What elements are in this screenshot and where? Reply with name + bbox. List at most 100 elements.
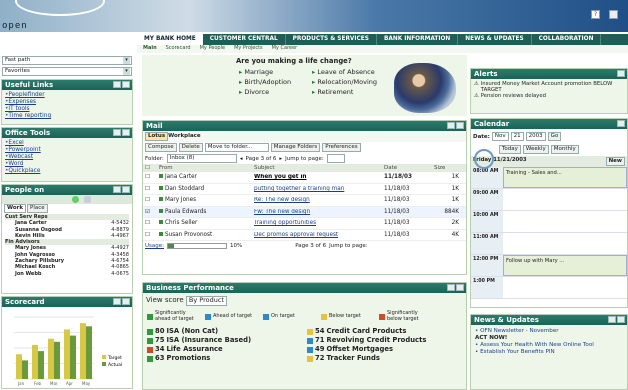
life-change-link[interactable]: ▸ Retirement [312,87,377,97]
sub-nav-item[interactable]: My Projects [234,45,263,53]
close-icon[interactable] [122,186,130,193]
close-icon[interactable] [617,70,625,77]
tab-work[interactable]: Work [4,204,27,213]
minimize-icon[interactable] [113,129,121,136]
new-event-button[interactable]: New [605,157,625,166]
col-date[interactable]: Date [384,165,434,171]
useful-link[interactable]: Expenses [5,99,129,106]
view-score-select[interactable]: By Product [185,296,227,306]
calendar-slot[interactable]: 12:00 PM Follow up with Mary ... [471,255,627,277]
close-icon[interactable] [617,120,625,127]
office-tool[interactable]: Quickplace [5,168,129,175]
nav-tab[interactable]: PRODUCTS & SERVICES [286,34,377,45]
mail-button[interactable]: Move to folder... [204,143,269,152]
calendar-slot[interactable]: 11:00 AM [471,233,627,255]
mail-subject[interactable]: putting together a training man [254,186,384,192]
tab-workplace[interactable]: Workplace [168,133,201,139]
useful-link[interactable]: Time reporting [5,113,129,120]
fastpath-select[interactable]: Fast path ▾ [2,56,132,65]
product-score[interactable]: 34 Life Assurance [147,345,307,354]
jump-input[interactable] [326,154,345,163]
product-score[interactable]: 54 Credit Card Products [307,327,466,336]
useful-link[interactable]: IT tools [5,106,129,113]
mail-row[interactable]: ☐ Susan Provonost Dec promos approval requ… [143,230,466,241]
product-score[interactable]: 71 Revolving Credit Products [307,336,466,345]
product-score[interactable]: 80 ISA (Non Cat) [147,327,307,336]
favorites-select[interactable]: Favorites ▾ [2,67,132,76]
office-tool[interactable]: Excel [5,140,129,147]
sub-nav-item[interactable]: My People [200,45,225,53]
calendar-event[interactable] [503,211,627,232]
tab-lotus[interactable]: Lotus [145,132,169,141]
alert-item[interactable]: ⚠ Pension reviews delayed [474,93,624,99]
mail-subject[interactable]: Training opportunities [254,220,384,226]
product-score[interactable]: 49 Offset Mortgages [307,345,466,354]
calendar-slot[interactable]: 1:00 PM [471,277,627,299]
mail-button[interactable]: Delete [178,143,203,152]
minimize-icon[interactable] [447,284,455,291]
mail-button[interactable]: Manage Folders [270,143,321,152]
news-item[interactable]: • Assess Your Health With New Online Too… [475,342,623,349]
usage-link[interactable]: Usage: [145,243,164,249]
mail-row[interactable]: ☐ Jana Carter When you get in 11/18/03 1K [143,172,466,184]
select-all-checkbox[interactable]: ☐ [145,165,159,171]
calendar-view-button[interactable]: Today [499,145,521,154]
row-checkbox[interactable]: ☐ [145,197,159,203]
calendar-event[interactable]: Training - Sales and... [503,167,627,188]
prev-page-icon[interactable]: ◂ [240,156,243,162]
product-score[interactable]: 63 Promotions [147,354,307,363]
col-from[interactable]: From [159,165,254,171]
life-change-link[interactable]: ▸ Relocation/Moving [312,77,377,87]
next-page-icon[interactable]: ▸ [279,156,282,162]
close-icon[interactable] [122,129,130,136]
minimize-icon[interactable] [113,298,121,305]
office-tool[interactable]: Word [5,161,129,168]
calendar-view-button[interactable]: Monthly [550,145,579,154]
minimize-icon[interactable] [608,316,616,323]
row-checkbox[interactable]: ☐ [145,232,159,238]
office-tool[interactable]: Webcast [5,154,129,161]
close-icon[interactable] [456,284,464,291]
calendar-slot[interactable]: 10:00 AM [471,211,627,233]
mail-subject[interactable]: Fw: The new design [254,209,384,215]
mail-row[interactable]: ☐ Mary Jones Re: The new design 11/18/03 1K [143,195,466,207]
calendar-slot[interactable]: 09:00 AM [471,189,627,211]
minimize-icon[interactable] [447,122,455,129]
close-icon[interactable] [456,122,464,129]
status-icon[interactable] [72,196,79,203]
nav-tab[interactable]: NEWS & UPDATES [458,34,532,45]
help-icon[interactable]: ? [591,10,600,19]
minimize-icon[interactable] [113,81,121,88]
calendar-view-button[interactable]: Weekly [522,145,549,154]
sub-nav-item[interactable]: Scorecard [166,45,191,53]
sub-nav-item[interactable]: My Career [272,45,298,53]
product-score[interactable]: 75 ISA (Insurance Based) [147,336,307,345]
calendar-event[interactable]: Follow up with Mary ... [503,255,627,276]
mail-subject[interactable]: Re: The new design [254,197,384,203]
office-tool[interactable]: Powerpoint [5,147,129,154]
nav-tab[interactable]: COLLABORATION [532,34,602,45]
nav-tab[interactable]: CUSTOMER CENTRAL [203,34,286,45]
alert-item[interactable]: ⚠ Insured Money Market Account promotion … [474,81,624,93]
tab-place[interactable]: Place [27,204,48,213]
mail-row[interactable]: ☐ Dan Stoddard putting together a training… [143,184,466,195]
add-person-icon[interactable] [84,196,91,203]
go-button[interactable]: Go [547,132,562,141]
minimize-icon[interactable] [113,186,121,193]
folder-select[interactable]: Inbox (8) [166,154,237,163]
year-select[interactable]: 2003 [525,132,546,141]
mail-button[interactable]: Compose [145,143,177,152]
mail-row[interactable]: ☐ Chris Seller Training opportunities 11/18… [143,218,466,230]
mail-row[interactable]: ☑ Paula Edwards Fw: The new design 11/18/03… [143,206,466,218]
calendar-event[interactable] [503,233,627,254]
life-change-link[interactable]: ▸ Leave of Absence [312,67,377,77]
sub-nav-item[interactable]: Main [143,45,157,53]
person-row[interactable]: Jon Webb 4-0675 [5,271,129,277]
month-select[interactable]: Nov [491,132,509,141]
row-checkbox[interactable]: ☑ [145,209,159,215]
mail-subject[interactable]: Dec promos approval request [254,232,384,238]
life-change-link[interactable]: ▸ Divorce [239,87,291,97]
useful-link[interactable]: Peoplefinder [5,92,129,99]
calendar-slot[interactable]: 08:00 AM Training - Sales and... [471,167,627,189]
news-item[interactable]: • OFN Newsletter - November [475,328,623,335]
